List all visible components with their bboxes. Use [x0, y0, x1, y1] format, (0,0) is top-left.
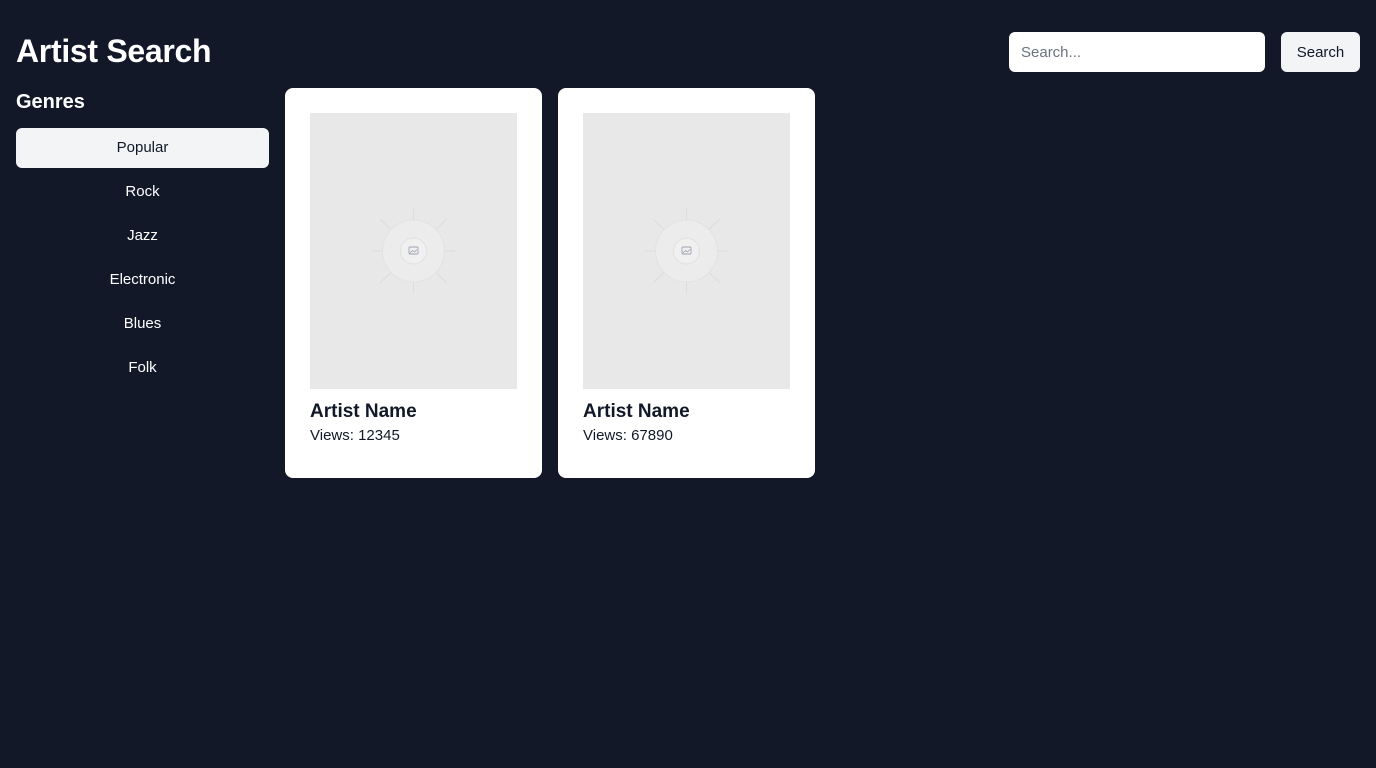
sidebar-title: Genres — [16, 91, 85, 113]
genre-list: Popular Rock Jazz Electronic Blues Folk — [16, 128, 269, 388]
sidebar-item-jazz[interactable]: Jazz — [16, 216, 269, 256]
sidebar-item-rock[interactable]: Rock — [16, 172, 269, 212]
sidebar-item-popular[interactable]: Popular — [16, 128, 269, 168]
image-placeholder-icon — [645, 209, 728, 293]
image-placeholder-icon — [372, 209, 455, 293]
artist-views: Views: 12345 — [310, 427, 400, 444]
artist-views: Views: 67890 — [583, 427, 673, 444]
artist-name: Artist Name — [583, 401, 690, 422]
artist-card[interactable]: Artist Name Views: 12345 — [285, 88, 542, 478]
search-button[interactable]: Search — [1281, 32, 1360, 72]
sidebar-item-electronic[interactable]: Electronic — [16, 260, 269, 300]
artist-image — [310, 113, 517, 389]
search-input[interactable] — [1009, 32, 1265, 72]
header: Artist Search Search — [16, 30, 1360, 74]
sidebar-item-folk[interactable]: Folk — [16, 348, 269, 388]
page-title: Artist Search — [16, 33, 212, 69]
sidebar: Genres Popular Rock Jazz Electronic Blue… — [16, 88, 269, 392]
sidebar-item-blues[interactable]: Blues — [16, 304, 269, 344]
artist-name: Artist Name — [310, 401, 417, 422]
artist-card[interactable]: Artist Name Views: 67890 — [558, 88, 815, 478]
artist-image — [583, 113, 790, 389]
